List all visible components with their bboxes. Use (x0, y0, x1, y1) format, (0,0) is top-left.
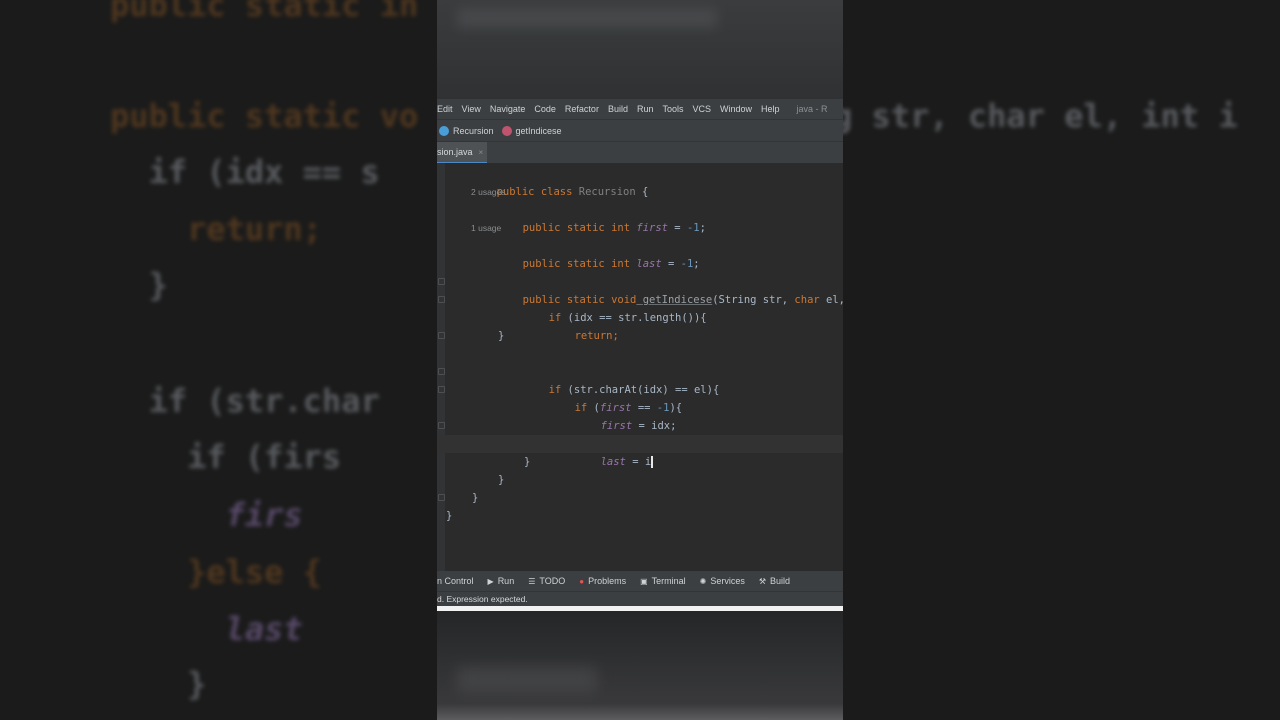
error-icon: ● (579, 576, 585, 586)
usages-hint[interactable]: 2 usages (471, 187, 506, 197)
code-line: public static void getIndicese(String st… (522, 294, 843, 306)
code-line: public static int last = -1; (522, 258, 700, 270)
menu-help[interactable]: Help (761, 104, 780, 114)
code-line: if (idx == str.length()){ (548, 312, 707, 324)
ide-window: Edit View Navigate Code Refactor Build R… (437, 99, 843, 611)
code-line: } (498, 474, 505, 486)
code-line: return; (574, 330, 619, 342)
code-line: }else { (524, 417, 619, 450)
menu-tools[interactable]: Tools (662, 104, 683, 114)
menu-view[interactable]: View (462, 104, 481, 114)
terminal-icon: ▣ (640, 576, 648, 586)
bg-line: if (str.char (110, 382, 380, 420)
menu-code[interactable]: Code (534, 104, 556, 114)
menu-edit[interactable]: Edit (437, 104, 453, 114)
tool-problems[interactable]: ● Problems (579, 576, 626, 586)
list-icon: ☰ (528, 576, 536, 586)
status-message: d. Expression expected. (437, 594, 528, 604)
bg-line: public static vo (110, 97, 419, 135)
bottom-blur-area (437, 611, 843, 720)
fold-icon[interactable] (438, 278, 445, 285)
tool-todo[interactable]: ☰ TODO (528, 576, 565, 586)
services-icon: ✺ (699, 576, 707, 586)
breadcrumb-method[interactable]: getIndicese (516, 126, 562, 136)
method-icon (501, 125, 512, 136)
tool-build[interactable]: ⚒ Build (759, 576, 790, 586)
menu-navigate[interactable]: Navigate (490, 104, 526, 114)
code-line: } (446, 510, 453, 522)
tool-run[interactable]: ▶ Run (488, 576, 515, 586)
bg-line: public static in (110, 0, 419, 24)
hammer-icon: ⚒ (758, 576, 767, 586)
fold-icon[interactable] (438, 296, 445, 303)
usages-hint[interactable]: 1 usage (471, 223, 501, 233)
code-line: public static int first = -1; (522, 222, 706, 234)
editor-gutter (437, 163, 445, 571)
close-icon[interactable]: × (479, 148, 484, 157)
tab-recursion-java[interactable]: sion.java × (437, 142, 488, 164)
code-editor[interactable]: public class Recursion { 2 usages public… (437, 163, 843, 571)
video-frame: Edit View Navigate Code Refactor Build R… (437, 0, 843, 720)
menu-bar: Edit View Navigate Code Refactor Build R… (437, 99, 843, 119)
code-line: } (498, 330, 505, 342)
fold-icon[interactable] (438, 368, 445, 375)
menu-refactor[interactable]: Refactor (565, 104, 599, 114)
background-right-blur: g str, char el, int i (843, 0, 1280, 720)
tool-window-bar: n Control ▶ Run ☰ TODO ● Problems ▣ Terminal… (437, 571, 843, 591)
tool-services[interactable]: ✺ Services (700, 576, 745, 586)
background-left-blur: public static in public static vo if (id… (0, 0, 437, 720)
menu-build[interactable]: Build (608, 104, 628, 114)
code-line: if (first == -1){ (574, 402, 683, 414)
bg-line: }else { (110, 553, 322, 591)
code-line: } (524, 456, 531, 468)
tool-version-control[interactable]: n Control (437, 576, 474, 586)
code-line: public class Recursion { (496, 186, 649, 198)
fold-icon[interactable] (438, 422, 445, 429)
play-icon: ▶ (487, 576, 494, 586)
menu-run[interactable]: Run (637, 104, 654, 114)
status-bar: d. Expression expected. (437, 591, 843, 607)
fold-icon[interactable] (438, 332, 445, 339)
menu-vcs[interactable]: VCS (692, 104, 711, 114)
bg-line: g str, char el, int i (843, 97, 1238, 135)
fold-icon[interactable] (438, 386, 445, 393)
tab-label: sion.java (437, 147, 473, 157)
code-line: if (str.charAt(idx) == el){ (548, 384, 720, 396)
bg-line: firs (110, 496, 303, 534)
window-title: java - R (796, 104, 828, 114)
menu-window[interactable]: Window (720, 104, 752, 114)
fold-icon[interactable] (438, 494, 445, 501)
bg-line: return; (110, 210, 322, 248)
top-blur-area (437, 0, 843, 100)
editor-tab-bar: sion.java × (437, 141, 843, 164)
bg-line: } (110, 266, 168, 304)
bg-line: if (firs (110, 438, 342, 476)
breadcrumb-class[interactable]: Recursion (453, 126, 494, 136)
breadcrumb: Recursion getIndicese (437, 119, 843, 141)
bg-line: } (110, 665, 207, 703)
code-line: first = idx; (600, 420, 677, 432)
bg-line: if (idx == s (110, 153, 380, 191)
code-line: } (472, 492, 479, 504)
bg-line: last (110, 610, 303, 648)
tool-terminal[interactable]: ▣ Terminal (640, 576, 686, 586)
current-line[interactable]: last = i (437, 435, 843, 468)
text-caret (651, 456, 654, 468)
class-icon (439, 125, 449, 136)
